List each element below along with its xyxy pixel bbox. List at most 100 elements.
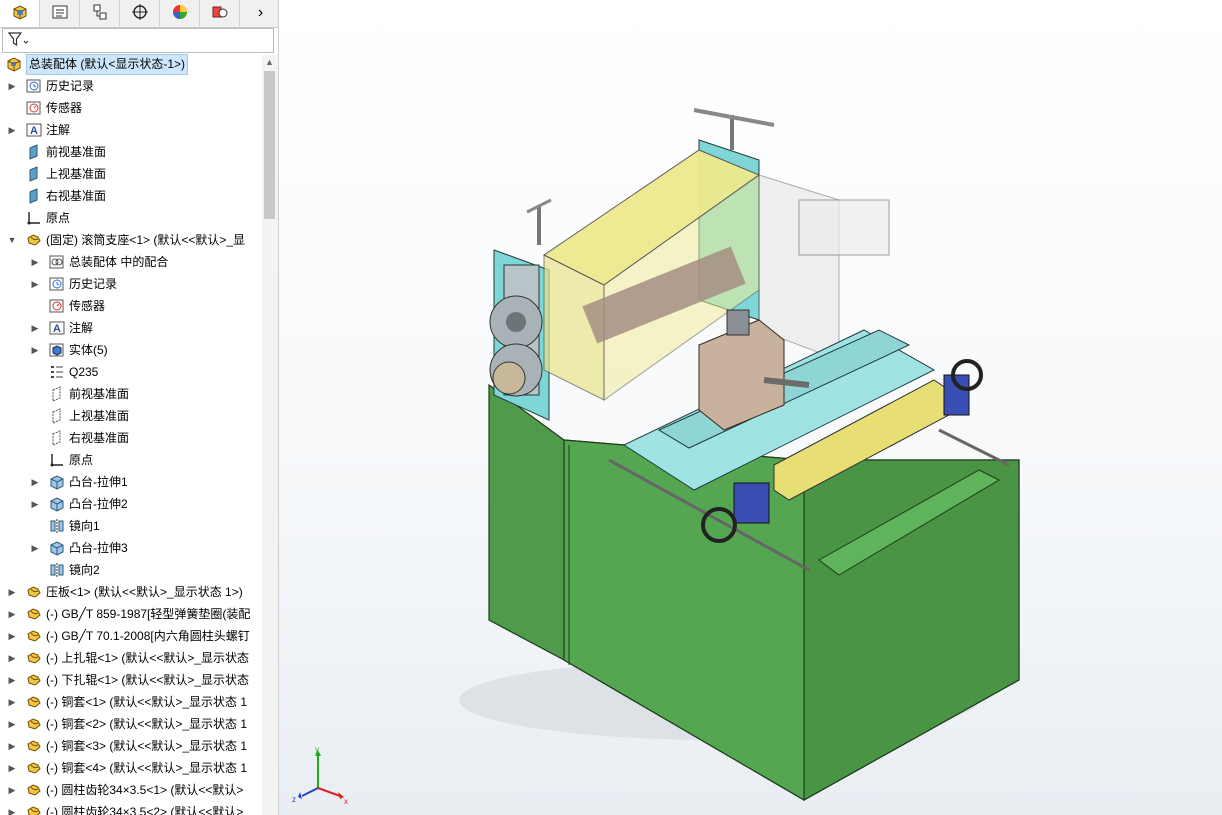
history-icon [49, 276, 65, 292]
tree-item[interactable]: ▶ (-) 圆柱齿轮34×3.5<2> (默认<<默认> [0, 801, 262, 815]
tree-item[interactable]: 原点 [0, 449, 262, 471]
tree-item-label: (-) 圆柱齿轮34×3.5<2> (默认<<默认> [46, 805, 244, 815]
tree-item[interactable]: ▼ (固定) 滚筒支座<1> (默认<<默认>_显 [0, 229, 262, 251]
tree-item-label: (-) GB╱T 859-1987[轻型弹簧垫圈(装配 [46, 607, 251, 621]
tree-item[interactable]: ▶ (-) 铜套<2> (默认<<默认>_显示状态 1 [0, 713, 262, 735]
part-icon [26, 606, 42, 622]
tree-item[interactable]: 原点 [0, 207, 262, 229]
collapse-arrow-icon[interactable]: ▼ [7, 229, 17, 251]
plane-outline-icon [49, 430, 65, 446]
tree-item[interactable]: ▶ 凸台-拉伸3 [0, 537, 262, 559]
expand-arrow-icon[interactable]: ▶ [30, 471, 40, 493]
tree-item[interactable]: 右视基准面 [0, 185, 262, 207]
tree-item[interactable]: Q235 [0, 361, 262, 383]
tree-item[interactable]: 镜向1 [0, 515, 262, 537]
expand-arrow-icon[interactable]: ▶ [30, 339, 40, 361]
tree-item-label: 上视基准面 [46, 167, 107, 181]
manager-tab-feature-manager[interactable] [0, 0, 40, 27]
expand-arrow-icon[interactable]: ▶ [7, 603, 17, 625]
expand-arrow-icon[interactable]: ▶ [30, 537, 40, 559]
tree-item[interactable]: ▶ (-) 上扎辊<1> (默认<<默认>_显示状态 [0, 647, 262, 669]
tree-item-label: (固定) 滚筒支座<1> (默认<<默认>_显 [46, 233, 246, 247]
sensor-icon [26, 100, 42, 116]
scrollbar-thumb[interactable] [264, 71, 275, 219]
expand-arrow-icon[interactable]: ▶ [30, 493, 40, 515]
expand-arrow-icon[interactable]: ▶ [7, 801, 17, 815]
manager-tab-display-manager[interactable] [160, 0, 200, 26]
tree-item[interactable]: ▶ (-) GB╱T 70.1-2008[内六角圆柱头螺钉 [0, 625, 262, 647]
tree-item[interactable]: 右视基准面 [0, 427, 262, 449]
tree-item-label: 传感器 [46, 101, 83, 115]
expand-arrow-icon[interactable]: ▶ [7, 75, 17, 97]
extrude-icon [49, 540, 65, 556]
manager-tab-dimxpert[interactable] [120, 0, 160, 26]
svg-text:A: A [53, 323, 61, 335]
mates-icon [49, 254, 65, 270]
expand-arrow-icon[interactable]: ▶ [7, 735, 17, 757]
z-axis-label: z [292, 795, 296, 804]
tree-item[interactable]: ▶ 历史记录 [0, 75, 262, 97]
expand-arrow-icon[interactable]: ▶ [7, 779, 17, 801]
expand-arrow-icon[interactable]: ▶ [7, 713, 17, 735]
expand-arrow-icon[interactable]: ▶ [7, 647, 17, 669]
tree-item-label: 历史记录 [69, 277, 118, 291]
plane-outline-icon [49, 408, 65, 424]
expand-arrow-icon[interactable]: ▶ [7, 757, 17, 779]
tree-item[interactable]: 传感器 [0, 97, 262, 119]
expand-arrow-icon[interactable]: ▶ [7, 669, 17, 691]
tree-item[interactable]: ▶ 压板<1> (默认<<默认>_显示状态 1>) [0, 581, 262, 603]
tree-item-label: (-) GB╱T 70.1-2008[内六角圆柱头螺钉 [46, 629, 250, 643]
tree-item-label: (-) 下扎辊<1> (默认<<默认>_显示状态 [46, 673, 250, 687]
expand-arrow-icon[interactable]: ▶ [7, 625, 17, 647]
more-tabs-chevron-icon[interactable]: › [244, 0, 277, 26]
tree-item-label: (-) 铜套<3> (默认<<默认>_显示状态 1 [46, 739, 248, 753]
scroll-up-arrow[interactable]: ▲ [265, 57, 274, 67]
tree-item[interactable]: 上视基准面 [0, 405, 262, 427]
tree-filter-bar[interactable] [2, 28, 274, 53]
extrude-icon [49, 474, 65, 490]
tree-item[interactable]: ▶ (-) GB╱T 859-1987[轻型弹簧垫圈(装配 [0, 603, 262, 625]
tree-item-label: (-) 铜套<1> (默认<<默认>_显示状态 1 [46, 695, 248, 709]
tree-item[interactable]: 镜向2 [0, 559, 262, 581]
tree-item[interactable]: 传感器 [0, 295, 262, 317]
origin-icon [49, 452, 65, 468]
tree-item[interactable]: ▶ A 注解 [0, 119, 262, 141]
tree-item[interactable]: ▶ A 注解 [0, 317, 262, 339]
tree-item[interactable]: ▶ 凸台-拉伸1 [0, 471, 262, 493]
part-icon [26, 760, 42, 776]
expand-arrow-icon[interactable]: ▶ [30, 317, 40, 339]
tree-item-label: (-) 上扎辊<1> (默认<<默认>_显示状态 [46, 651, 250, 665]
tree-item[interactable]: 前视基准面 [0, 383, 262, 405]
filter-icon[interactable] [8, 32, 30, 48]
tree-scrollbar[interactable]: ▲ [262, 55, 278, 815]
svg-text:A: A [30, 125, 38, 137]
manager-tab-property-manager[interactable] [40, 0, 80, 26]
part-icon [26, 738, 42, 754]
tree-item[interactable]: 上视基准面 [0, 163, 262, 185]
tree-item-label: (-) 铜套<2> (默认<<默认>_显示状态 1 [46, 717, 248, 731]
tree-item[interactable]: ▶ 历史记录 [0, 273, 262, 295]
expand-arrow-icon[interactable]: ▶ [7, 691, 17, 713]
expand-arrow-icon[interactable]: ▶ [7, 581, 17, 603]
manager-tab-configuration-manager[interactable] [80, 0, 120, 26]
tree-item[interactable]: ▶ (-) 下扎辊<1> (默认<<默认>_显示状态 [0, 669, 262, 691]
tree-item[interactable]: 前视基准面 [0, 141, 262, 163]
tree-item[interactable]: 总装配体 (默认<显示状态-1>) [0, 53, 262, 75]
material-icon [49, 364, 65, 380]
tree-item[interactable]: ▶ (-) 铜套<1> (默认<<默认>_显示状态 1 [0, 691, 262, 713]
tree-item[interactable]: ▶ 凸台-拉伸2 [0, 493, 262, 515]
tree-item[interactable]: ▶ 实体(5) [0, 339, 262, 361]
tree-item[interactable]: ▶ 总装配体 中的配合 [0, 251, 262, 273]
tree-item[interactable]: ▶ (-) 圆柱齿轮34×3.5<1> (默认<<默认> [0, 779, 262, 801]
expand-arrow-icon[interactable]: ▶ [30, 273, 40, 295]
part-icon [26, 650, 42, 666]
expand-arrow-icon[interactable]: ▶ [30, 251, 40, 273]
tree-item-label: 压板<1> (默认<<默认>_显示状态 1>) [46, 585, 243, 599]
tree-item[interactable]: ▶ (-) 铜套<3> (默认<<默认>_显示状态 1 [0, 735, 262, 757]
annotation-icon: A [26, 122, 42, 138]
tree-item-label: 注解 [69, 321, 94, 335]
graphics-viewport[interactable] [279, 0, 1222, 815]
expand-arrow-icon[interactable]: ▶ [7, 119, 17, 141]
manager-tab-cam[interactable] [200, 0, 240, 26]
tree-item[interactable]: ▶ (-) 铜套<4> (默认<<默认>_显示状态 1 [0, 757, 262, 779]
